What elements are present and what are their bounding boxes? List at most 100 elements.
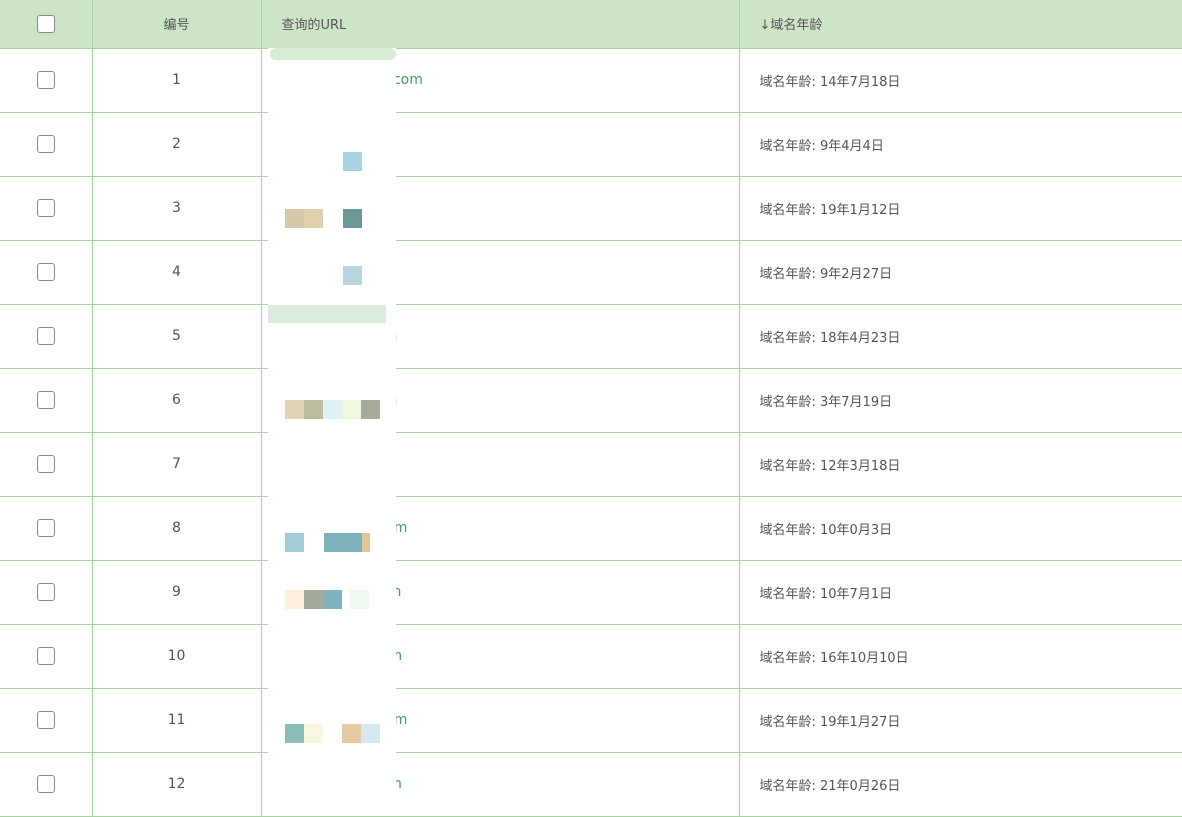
mosaic-block [324, 533, 362, 552]
row-checkbox[interactable] [36, 583, 55, 601]
row-checkbox[interactable] [36, 199, 55, 217]
row-select-cell [0, 560, 93, 625]
row-checkbox[interactable] [36, 391, 55, 409]
row-domain-age: 域名年龄: 19年1月27日 [739, 688, 1182, 753]
redaction-smudge [268, 305, 386, 323]
row-id: 12 [92, 752, 262, 817]
row-url-text[interactable]: m [282, 648, 403, 664]
row-select-cell [0, 48, 93, 113]
row-id: 1 [92, 48, 262, 113]
mosaic-block [362, 533, 370, 552]
mosaic-block [342, 724, 361, 743]
row-select-cell [0, 240, 93, 305]
row-url[interactable]: m [261, 624, 740, 689]
row-id: 4 [92, 240, 262, 305]
table-row: 10 m 域名年龄: 16年10月10日 [0, 624, 1182, 689]
table-row: 9 com 域名年龄: 10年7月1日 [0, 560, 1182, 625]
row-select-cell [0, 432, 93, 497]
row-id: 9 [92, 560, 262, 625]
header-select-all-cell [0, 0, 93, 49]
row-select-cell [0, 112, 93, 177]
row-id: 3 [92, 176, 262, 241]
row-domain-age: 域名年龄: 16年10月10日 [739, 624, 1182, 689]
mosaic-block [343, 152, 362, 171]
row-url-text[interactable]: .com [282, 776, 402, 792]
row-id: 8 [92, 496, 262, 561]
table-row: 7 域名年龄: 12年3月18日 [0, 432, 1182, 497]
row-id: 7 [92, 432, 262, 497]
row-select-cell [0, 752, 93, 817]
row-domain-age: 域名年龄: 18年4月23日 [739, 304, 1182, 369]
row-select-cell [0, 624, 93, 689]
mosaic-block [285, 724, 304, 743]
mosaic-block [285, 533, 304, 552]
table-header-row: 编号 查询的URL ↓域名年龄 [0, 0, 1182, 49]
row-url[interactable]: .com [261, 752, 740, 817]
row-url-text[interactable] [282, 136, 389, 152]
row-checkbox[interactable] [36, 711, 55, 729]
row-domain-age: 域名年龄: 10年7月1日 [739, 560, 1182, 625]
row-select-cell [0, 176, 93, 241]
table-row: 6 n 域名年龄: 3年7月19日 [0, 368, 1182, 433]
row-url[interactable]: com [261, 688, 740, 753]
row-domain-age: 域名年龄: 9年2月27日 [739, 240, 1182, 305]
mosaic-block [304, 724, 323, 743]
row-checkbox[interactable] [36, 327, 55, 345]
row-select-cell [0, 368, 93, 433]
mosaic-block [361, 724, 380, 743]
row-url[interactable] [261, 240, 740, 305]
row-id: 2 [92, 112, 262, 177]
row-url[interactable] [261, 176, 740, 241]
column-header-id[interactable]: 编号 [92, 0, 262, 49]
row-checkbox[interactable] [36, 135, 55, 153]
row-id: 6 [92, 368, 262, 433]
mosaic-block [285, 400, 304, 419]
row-checkbox[interactable] [36, 519, 55, 537]
row-url-text[interactable]: n [282, 328, 398, 344]
mosaic-block [342, 400, 361, 419]
row-url[interactable] [261, 432, 740, 497]
domain-age-table: 编号 查询的URL ↓域名年龄 1 .com 域名年龄: 14年7月18日 2 … [0, 0, 1182, 817]
table-row: 11 com 域名年龄: 19年1月27日 [0, 688, 1182, 753]
mosaic-block [304, 400, 323, 419]
row-id: 11 [92, 688, 262, 753]
mosaic-block [323, 590, 342, 609]
row-checkbox[interactable] [36, 647, 55, 665]
mosaic-block [350, 590, 369, 609]
table-row: 2 域名年龄: 9年4月4日 [0, 112, 1182, 177]
row-id: 10 [92, 624, 262, 689]
row-checkbox[interactable] [36, 71, 55, 89]
select-all-checkbox[interactable] [36, 14, 55, 33]
row-url-text[interactable] [282, 264, 389, 280]
mosaic-block [304, 590, 323, 609]
row-checkbox[interactable] [36, 775, 55, 793]
row-domain-age: 域名年龄: 12年3月18日 [739, 432, 1182, 497]
row-select-cell [0, 304, 93, 369]
mosaic-block [285, 590, 304, 609]
mosaic-block [285, 209, 304, 228]
row-url-text[interactable] [282, 456, 389, 472]
mosaic-block [361, 400, 380, 419]
row-domain-age: 域名年龄: 9年4月4日 [739, 112, 1182, 177]
table-row: 3 域名年龄: 19年1月12日 [0, 176, 1182, 241]
row-checkbox[interactable] [36, 455, 55, 473]
mosaic-block [343, 209, 362, 228]
row-domain-age: 域名年龄: 19年1月12日 [739, 176, 1182, 241]
table-row: 12 .com 域名年龄: 21年0月26日 [0, 752, 1182, 817]
table-row: 5 n 域名年龄: 18年4月23日 [0, 304, 1182, 369]
mosaic-block [323, 400, 342, 419]
row-domain-age: 域名年龄: 10年0月3日 [739, 496, 1182, 561]
table-row: 1 .com 域名年龄: 14年7月18日 [0, 48, 1182, 113]
row-id: 5 [92, 304, 262, 369]
column-header-domain-age[interactable]: ↓域名年龄 [739, 0, 1182, 49]
mosaic-block [343, 266, 362, 285]
redaction-smudge [270, 48, 396, 60]
mosaic-block [304, 209, 323, 228]
row-checkbox[interactable] [36, 263, 55, 281]
row-domain-age: 域名年龄: 14年7月18日 [739, 48, 1182, 113]
table-row: 4 域名年龄: 9年2月27日 [0, 240, 1182, 305]
row-url-text[interactable]: .com [282, 72, 423, 88]
row-select-cell [0, 496, 93, 561]
row-url[interactable] [261, 112, 740, 177]
column-header-url[interactable]: 查询的URL [261, 0, 740, 49]
